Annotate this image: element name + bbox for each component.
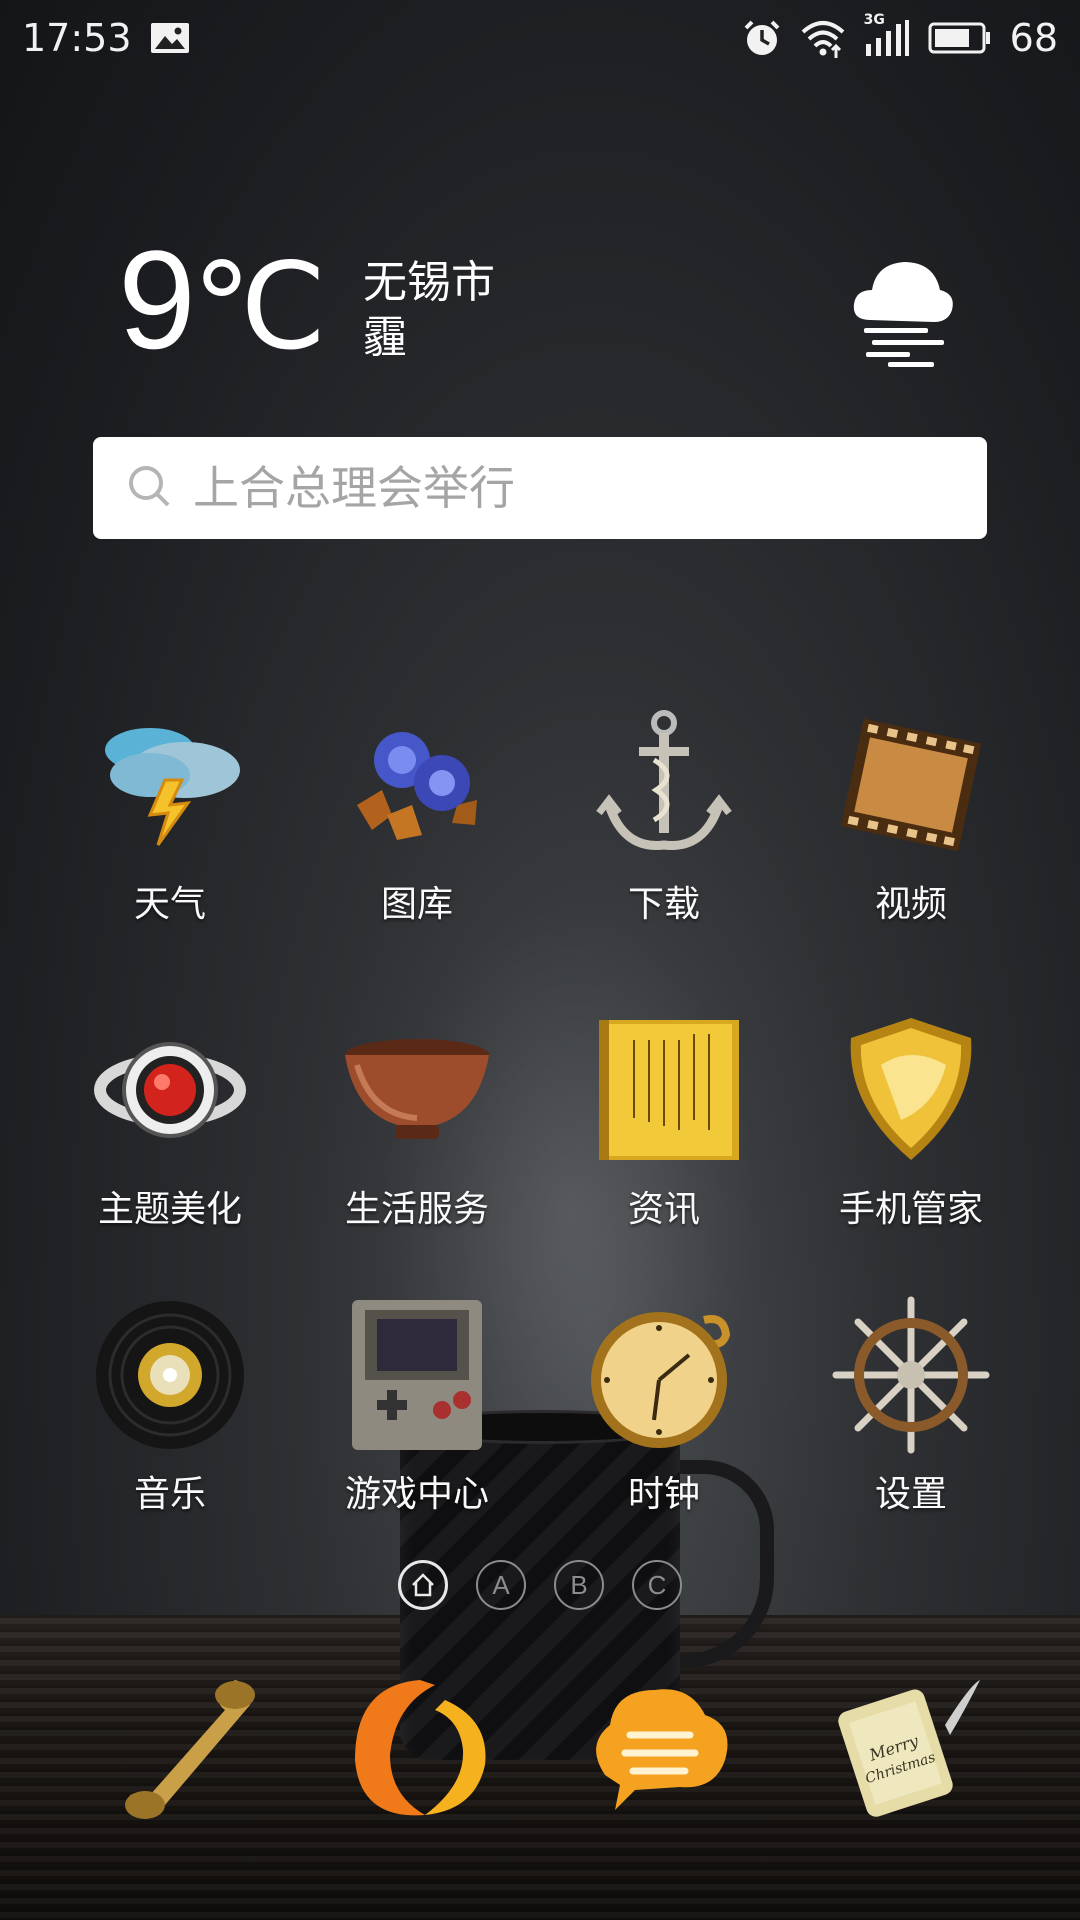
book-icon [599, 1020, 739, 1160]
search-bar[interactable] [93, 437, 987, 539]
app-label: 下载 [627, 884, 700, 925]
ship-wheel-icon [832, 1296, 990, 1454]
app-label: 设置 [874, 1474, 947, 1515]
city-name: 无锡市 [363, 257, 495, 308]
search-input[interactable] [191, 460, 955, 516]
weather-condition: 霾 [363, 312, 407, 363]
weather-widget[interactable]: 9℃ 无锡市 霾 [118, 230, 958, 380]
gallery-roses-icon [357, 732, 477, 840]
app-label: 图库 [380, 884, 453, 925]
signal-icon: 3G [864, 12, 910, 58]
weather-storm-icon [105, 728, 240, 846]
dock-phone[interactable] [105, 1665, 275, 1835]
pocket-watch-icon [591, 1312, 731, 1448]
network-type: 3G [863, 12, 885, 28]
app-label: 资讯 [627, 1189, 700, 1230]
weather-location: 无锡市 霾 [363, 255, 495, 365]
page-indicator: A B C [0, 1560, 1080, 1610]
alarm-icon [742, 18, 782, 58]
app-game-center[interactable]: 游戏中心 [302, 1295, 532, 1517]
temperature: 9℃ [118, 221, 327, 378]
app-label: 时钟 [627, 1474, 700, 1515]
battery-level: 68 [1009, 16, 1058, 60]
temperature-unit: ℃ [191, 240, 327, 374]
app-label: 音乐 [133, 1474, 206, 1515]
app-label: 生活服务 [344, 1189, 489, 1230]
status-time: 17:53 [22, 16, 132, 60]
app-phone-manager[interactable]: 手机管家 [796, 1010, 1026, 1232]
page-dot-a[interactable]: A [476, 1560, 526, 1610]
search-icon [127, 464, 171, 512]
page-dot-c[interactable]: C [632, 1560, 682, 1610]
app-settings[interactable]: 设置 [796, 1295, 1026, 1517]
page-dot-b[interactable]: B [554, 1560, 604, 1610]
dock-notes[interactable]: Merry Christmas [820, 1665, 990, 1835]
dock-messages[interactable] [575, 1665, 745, 1835]
battery-icon [928, 21, 992, 55]
status-bar: 17:53 3G 68 [0, 0, 1080, 76]
app-gallery[interactable]: 图库 [302, 705, 532, 927]
app-life-services[interactable]: 生活服务 [302, 1010, 532, 1232]
app-themes[interactable]: 主题美化 [55, 1010, 285, 1232]
app-label: 手机管家 [838, 1189, 983, 1230]
app-news[interactable]: 资讯 [549, 1010, 779, 1232]
ring-icon [94, 1042, 246, 1138]
wifi-icon [800, 18, 846, 58]
vinyl-icon [96, 1301, 244, 1449]
app-label: 主题美化 [97, 1189, 242, 1230]
image-icon [150, 22, 190, 54]
phone-receiver-icon [125, 1680, 255, 1819]
app-video[interactable]: 视频 [796, 705, 1026, 927]
film-icon [840, 718, 982, 852]
anchor-icon [596, 710, 732, 850]
messages-icon [596, 1689, 728, 1810]
app-label: 视频 [874, 884, 947, 925]
app-label: 天气 [133, 884, 206, 925]
page-dot-home[interactable] [398, 1560, 448, 1610]
haze-cloud-icon [848, 250, 958, 374]
home-icon [412, 1573, 434, 1597]
dock-browser[interactable] [335, 1665, 505, 1835]
app-download[interactable]: 下载 [549, 705, 779, 927]
notes-letter-icon: Merry Christmas [838, 1680, 980, 1817]
shield-icon [850, 1018, 972, 1160]
app-label: 游戏中心 [344, 1474, 489, 1515]
app-music[interactable]: 音乐 [55, 1295, 285, 1517]
bowl-icon [345, 1039, 489, 1139]
app-weather[interactable]: 天气 [55, 705, 285, 927]
app-clock[interactable]: 时钟 [549, 1295, 779, 1517]
browser-icon [355, 1680, 486, 1816]
gameboy-icon [352, 1300, 482, 1450]
